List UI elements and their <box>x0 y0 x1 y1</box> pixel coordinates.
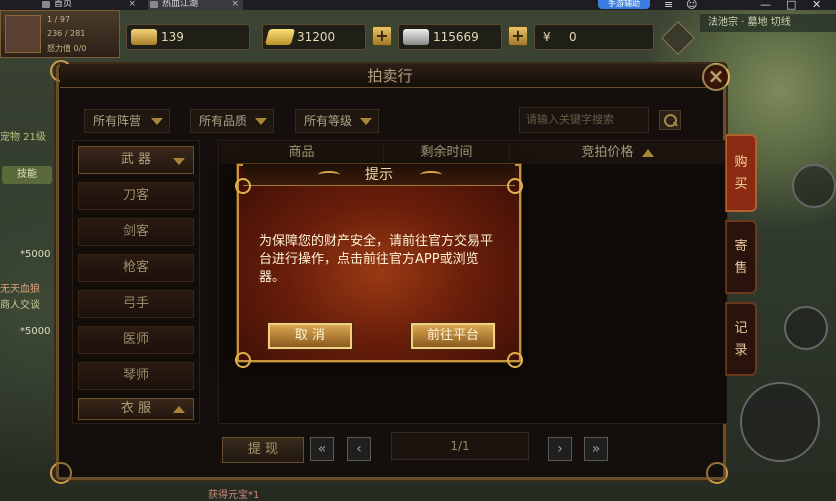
currency-value: 31200 <box>297 30 336 44</box>
home-tab-icon <box>42 1 50 8</box>
cancel-button[interactable]: 取 消 <box>268 323 352 349</box>
window-close-icon[interactable]: ✕ <box>812 0 821 10</box>
browser-tab-label: 热血江湖 <box>162 0 199 9</box>
add-silver-button[interactable]: + <box>508 26 528 46</box>
ornament-corner <box>235 352 251 368</box>
monster-name-text: 无天血狼 <box>0 284 40 295</box>
minimize-icon[interactable]: — <box>760 0 771 10</box>
silver-currency: 115669 <box>398 24 502 50</box>
ornament-corner <box>507 352 523 368</box>
yen-icon: ¥ <box>543 30 551 44</box>
player-status-panel: 1 / 97 236 / 281 怒力值 0/0 <box>0 10 120 58</box>
hp-text: 1 / 97 <box>47 15 71 24</box>
map-location-bar[interactable]: 法池宗 · 墓地 切线 <box>700 14 836 32</box>
currency-value: 0 <box>569 30 577 44</box>
title-flourish-left <box>318 171 340 179</box>
close-tab-icon[interactable]: × <box>231 0 239 9</box>
ornament-corner <box>507 178 523 194</box>
title-flourish-right <box>420 171 442 179</box>
menu-grid-icon[interactable] <box>792 164 836 208</box>
tab-consign[interactable]: 寄 售 <box>725 220 757 294</box>
dialog-title: 提示 <box>243 164 515 186</box>
tab-records[interactable]: 记 录 <box>725 302 757 376</box>
user-icon[interactable]: ☺ <box>686 0 697 10</box>
npc-talk-text: 商人交谈 <box>0 300 40 311</box>
reward-text: *5000 <box>20 326 51 337</box>
chat-log-text: 获得元宝*1 <box>208 490 260 501</box>
avatar[interactable] <box>5 15 41 53</box>
skill-slot-icon[interactable] <box>784 306 828 350</box>
gold-ingot-icon <box>131 29 157 45</box>
pet-level-text: 宠物 21级 <box>0 132 46 143</box>
browser-tab-strip: 首页 × 热血江湖 × 手游辅助 ≡ ☺ — □ ✕ <box>0 0 836 10</box>
mp-text: 236 / 281 <box>47 29 86 38</box>
game-tab-icon <box>150 1 158 8</box>
helper-pill-button[interactable]: 手游辅助 <box>598 0 650 9</box>
dialog-message: 为保障您的财产安全，请前往官方交易平台进行操作，点击前往官方APP或浏览器。 <box>259 234 494 285</box>
yen-currency: ¥ 0 <box>534 24 654 50</box>
currency-value: 139 <box>161 30 184 44</box>
maximize-icon[interactable]: □ <box>786 0 796 10</box>
silver-ingot-icon <box>403 29 429 45</box>
tab-buy[interactable]: 购 买 <box>725 134 757 212</box>
close-tab-icon[interactable]: × <box>128 0 136 9</box>
attack-skill-icon[interactable] <box>740 382 820 462</box>
currency-value: 115669 <box>433 30 479 44</box>
add-gold-button[interactable]: + <box>372 26 392 46</box>
menu-icon[interactable]: ≡ <box>664 0 673 10</box>
go-to-platform-button[interactable]: 前往平台 <box>411 323 495 349</box>
browser-tab-game[interactable]: 热血江湖 × <box>148 0 243 10</box>
gold-bar-currency: 31200 <box>262 24 366 50</box>
reward-text: *5000 <box>20 249 51 260</box>
rage-text: 怒力值 0/0 <box>47 44 87 53</box>
browser-tab-label: 首页 <box>54 0 73 9</box>
gold-bar-icon <box>264 29 296 45</box>
skill-button[interactable]: 技能 <box>2 166 52 184</box>
browser-tab-home[interactable]: 首页 × <box>40 0 140 10</box>
gold-ingot-currency: 139 <box>126 24 250 50</box>
ornament-corner <box>235 178 251 194</box>
